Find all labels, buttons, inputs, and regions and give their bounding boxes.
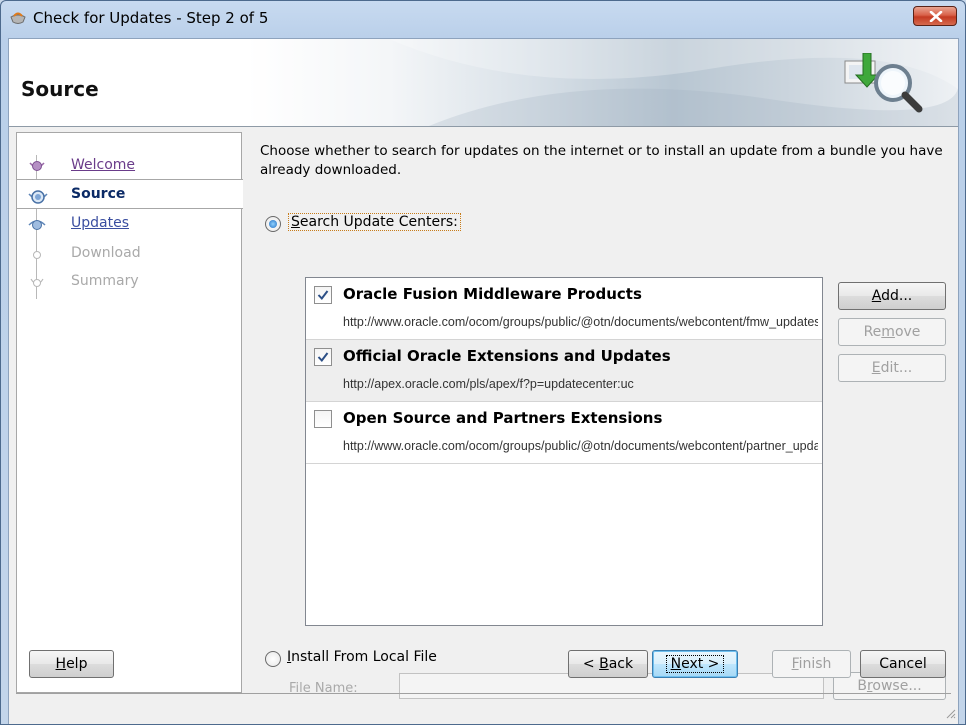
footer-separator: [16, 693, 951, 694]
search-update-centers-label[interactable]: Search Update Centers:: [288, 213, 461, 231]
update-center-url: http://www.oracle.com/ocom/groups/public…: [343, 439, 818, 453]
list-item[interactable]: Official Oracle Extensions and Updates h…: [306, 340, 822, 402]
add-button[interactable]: Add...: [838, 282, 946, 310]
next-step-icon: [27, 215, 47, 239]
disabled-step-icon: [27, 245, 47, 269]
nav-step-label: Download: [71, 245, 141, 261]
update-center-name: Oracle Fusion Middleware Products: [343, 285, 642, 303]
finish-button[interactable]: Finish: [772, 650, 851, 678]
nav-step-label: Source: [71, 186, 126, 202]
title-bar[interactable]: Check for Updates - Step 2 of 5: [1, 1, 965, 37]
dialog-client-area: Source Welcome Source Updates Download S…: [8, 38, 959, 724]
nav-step-label[interactable]: Updates: [71, 215, 129, 231]
search-update-centers-radio[interactable]: [265, 216, 281, 232]
update-center-url: http://www.oracle.com/ocom/groups/public…: [343, 315, 818, 329]
install-local-file-label[interactable]: Install From Local File: [287, 649, 437, 665]
checkmark-icon: [317, 352, 329, 363]
checkmark-icon: [317, 290, 329, 301]
step-header: Source: [9, 39, 958, 127]
visited-step-icon: [27, 157, 47, 181]
help-button[interactable]: Help: [29, 650, 114, 678]
nav-step-welcome[interactable]: Welcome: [17, 151, 241, 181]
close-icon: [929, 11, 943, 22]
instructions-text: Choose whether to search for updates on …: [260, 143, 943, 178]
close-button[interactable]: [913, 6, 957, 26]
update-center-name: Open Source and Partners Extensions: [343, 409, 663, 427]
edit-button[interactable]: Edit...: [838, 354, 946, 382]
window-title: Check for Updates - Step 2 of 5: [33, 9, 269, 27]
nav-step-updates[interactable]: Updates: [17, 209, 241, 239]
resize-grip-icon[interactable]: [944, 704, 956, 723]
step-title: Source: [21, 77, 99, 101]
header-wave-decoration: [389, 39, 958, 126]
jdeveloper-cup-icon: [9, 11, 27, 25]
nav-step-label: Summary: [71, 273, 139, 289]
update-centers-list[interactable]: Oracle Fusion Middleware Products http:/…: [305, 277, 823, 626]
dialog-window: Check for Updates - Step 2 of 5 Source W…: [0, 0, 966, 725]
list-item[interactable]: Oracle Fusion Middleware Products http:/…: [306, 278, 822, 340]
install-local-file-radio[interactable]: [265, 651, 281, 667]
nav-step-download: Download: [17, 239, 241, 269]
wizard-steps-pane: Welcome Source Updates Download Summary: [16, 132, 243, 693]
update-center-name: Official Oracle Extensions and Updates: [343, 347, 671, 365]
next-button[interactable]: Next >: [652, 650, 738, 678]
update-center-checkbox[interactable]: [314, 348, 332, 366]
cancel-button[interactable]: Cancel: [860, 650, 946, 678]
update-search-icon: [841, 52, 925, 119]
nav-step-source[interactable]: Source: [17, 179, 243, 209]
step-content: Choose whether to search for updates on …: [252, 132, 952, 700]
nav-step-summary: Summary: [17, 267, 241, 297]
update-center-url: http://apex.oracle.com/pls/apex/f?p=upda…: [343, 377, 634, 391]
disabled-step-icon: [27, 273, 47, 297]
nav-step-label[interactable]: Welcome: [71, 157, 135, 173]
back-button[interactable]: < Back: [568, 650, 648, 678]
list-item[interactable]: Open Source and Partners Extensions http…: [306, 402, 822, 464]
remove-button[interactable]: Remove: [838, 318, 946, 346]
update-center-checkbox[interactable]: [314, 286, 332, 304]
update-center-checkbox[interactable]: [314, 410, 332, 428]
